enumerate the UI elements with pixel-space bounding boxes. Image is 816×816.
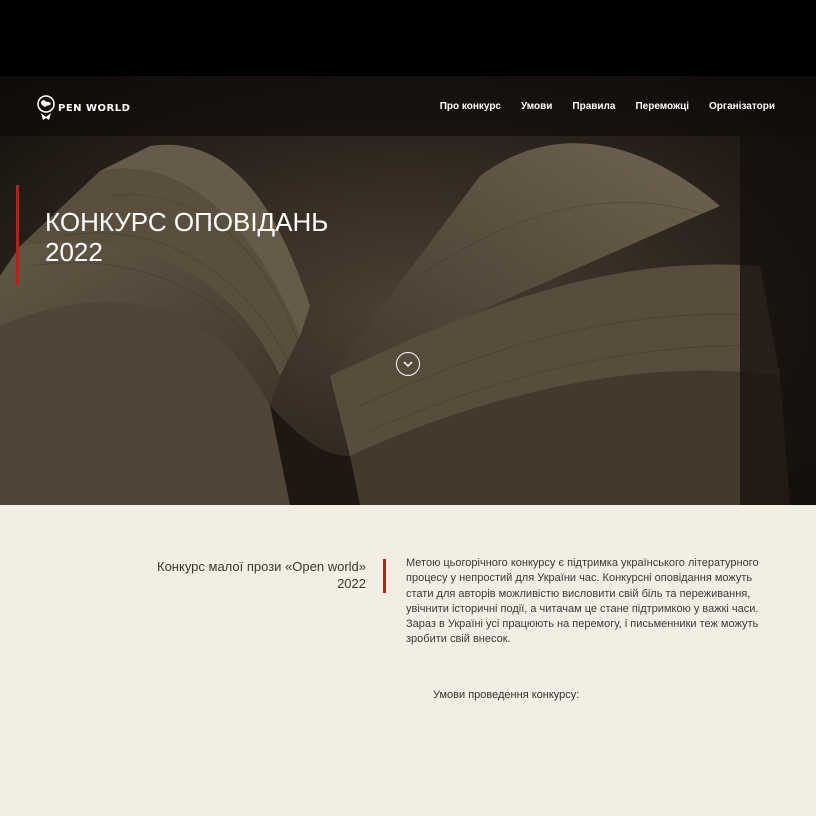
nav-item-winners[interactable]: Переможці xyxy=(635,101,689,112)
nav-item-organizers[interactable]: Організатори xyxy=(709,101,775,112)
hero-book-background xyxy=(0,76,816,505)
scroll-down-button[interactable] xyxy=(396,352,420,376)
site-logo[interactable]: PEN WORLD xyxy=(36,93,130,123)
nav-item-rules[interactable]: Правила xyxy=(572,101,615,112)
nav-item-conditions[interactable]: Умови xyxy=(521,101,552,112)
contest-subtitle: Конкурс малої прози «Open world» 2022 xyxy=(157,559,366,591)
conditions-heading: Умови проведення конкурсу: xyxy=(433,689,580,701)
logo-globe-icon xyxy=(37,95,55,120)
nav-item-about[interactable]: Про конкурс xyxy=(440,101,501,112)
accent-divider xyxy=(383,559,386,593)
top-black-bar xyxy=(0,0,816,76)
hero-section: PEN WORLD Про конкурс Умови Правила Пере… xyxy=(0,76,816,505)
intro-section: Конкурс малої прози «Open world» 2022 Ме… xyxy=(0,505,816,816)
contest-description: Метою цьогорічного конкурсу є підтримка … xyxy=(406,557,759,646)
chevron-down-icon xyxy=(403,360,413,367)
logo-text: PEN WORLD xyxy=(58,102,131,114)
hero-title-block: КОНКУРС ОПОВІДАНЬ 2022 xyxy=(16,185,365,284)
main-nav: Про конкурс Умови Правила Переможці Орга… xyxy=(440,101,775,112)
hero-title: КОНКУРС ОПОВІДАНЬ 2022 xyxy=(45,207,329,267)
